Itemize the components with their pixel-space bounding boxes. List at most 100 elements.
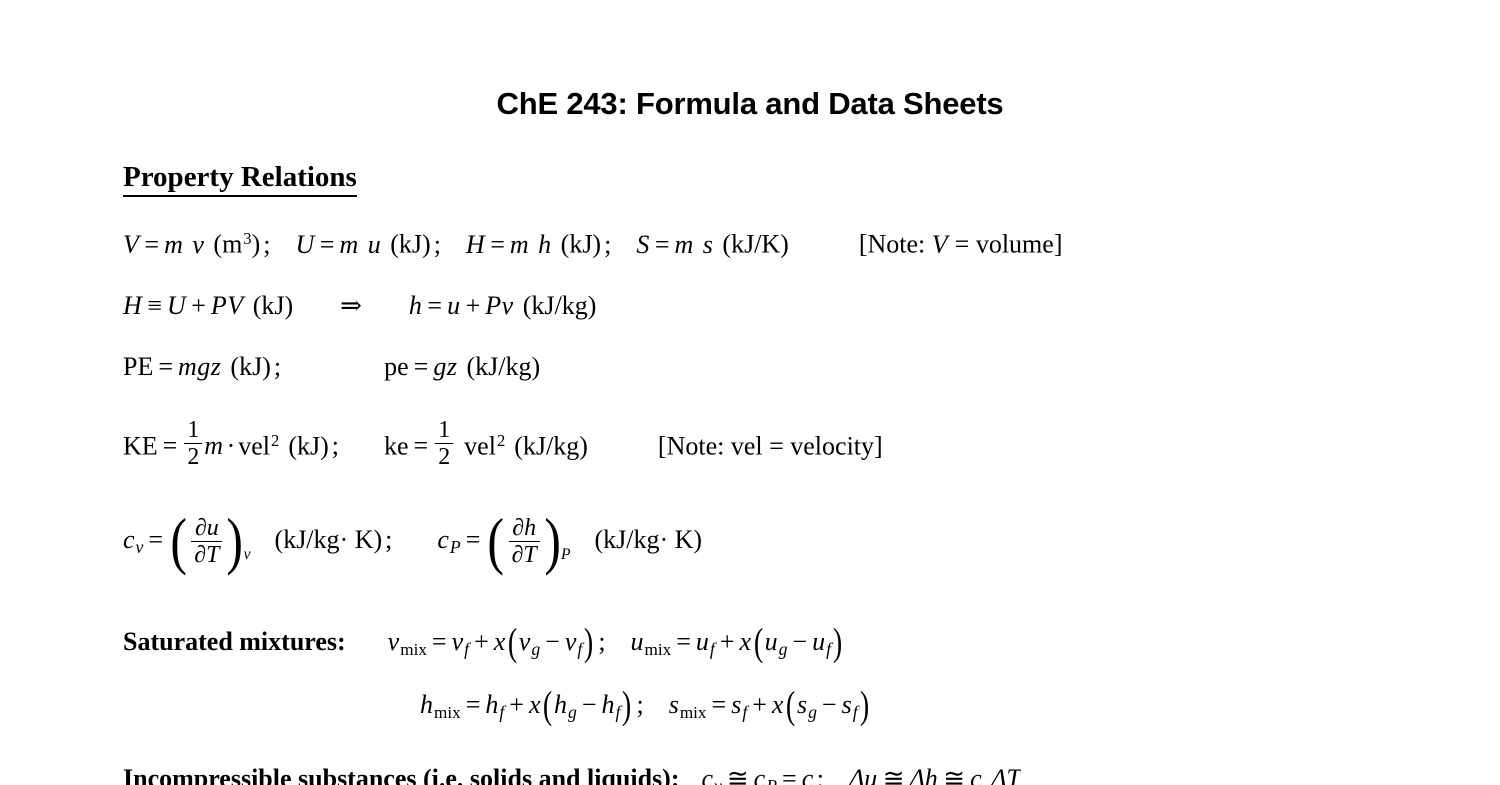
symbol-delta-h: Δh (909, 766, 938, 785)
exponent-3: 3 (243, 229, 252, 248)
symbol-g: g (197, 352, 211, 381)
subscript-mix: mix (644, 639, 672, 659)
fraction-one-half: 12 (435, 418, 454, 470)
symbol-V: V (123, 229, 139, 259)
unit-kilojoule-per-kilogram: (kJ/kg) (522, 291, 597, 320)
page-title: ChE 243: Formula and Data Sheets (496, 86, 1004, 121)
symbol-H: H (123, 291, 142, 320)
big-paren-close: ) (544, 505, 561, 577)
subscript-mix: mix (679, 702, 707, 722)
big-paren-open: ( (487, 505, 505, 577)
subscript-mix: mix (400, 639, 427, 659)
symbol-U: U (166, 291, 186, 320)
symbol-x-quality: x (493, 627, 506, 656)
symbol-vel: vel (238, 431, 271, 461)
symbol-U: U (295, 229, 315, 259)
note-equals: = (948, 229, 976, 259)
fraction-numerator: 1 (435, 418, 454, 445)
paren-open: ( (507, 621, 517, 665)
symbol-s: s (796, 690, 808, 719)
formula-kinetic-energy: KE = 1 2 m · vel2 (kJ); ke = 1 2 vel2 (kJ/kg) [Note: v… (123, 418, 883, 470)
operator-equals: = (144, 229, 160, 259)
operator-equals: = (431, 627, 447, 656)
symbol-h: h (601, 690, 615, 719)
operator-identical-to: ≡ (147, 291, 162, 320)
symbol-v: v (501, 291, 514, 320)
operator-equals: = (413, 352, 429, 381)
subscript-f: f (826, 638, 831, 659)
unit-kilojoule: (kJ) (230, 352, 271, 381)
operator-equals: = (465, 690, 481, 719)
fraction-numerator: ∂h (508, 516, 540, 543)
operator-plus: + (752, 690, 767, 719)
operator-minus: − (545, 627, 560, 656)
separator-semicolon: ; (273, 352, 282, 381)
subscript-constant-P: P (560, 545, 571, 563)
symbol-s: s (702, 229, 713, 259)
operator-approximately-equal: ≅ (726, 766, 749, 785)
note-velocity: [Note: vel = velocity] (657, 431, 883, 461)
paren-close: ) (832, 621, 843, 665)
symbol-P: P (210, 291, 227, 320)
symbol-P: P (485, 291, 502, 320)
symbol-m: m (164, 229, 183, 259)
unit-kilojoule: (kJ) (390, 229, 431, 259)
subscript-P: P (449, 536, 461, 557)
formula-incompressible-substances: Incompressible substances (i.e. solids a… (123, 766, 1021, 785)
operator-minus: − (821, 690, 837, 719)
paren-close: ) (622, 684, 632, 728)
unit-kilojoule-per-kg: (kJ/kg (274, 524, 340, 554)
fraction-numerator: ∂u (191, 516, 223, 543)
unit-close-paren: ) (251, 229, 261, 259)
operator-plus: + (191, 291, 206, 320)
partial-derivative-group-cv: (∂u ∂T)v (168, 505, 252, 577)
label-saturated-mixtures: Saturated mixtures: (123, 627, 346, 656)
separator-semicolon: ; (331, 431, 339, 461)
symbol-h: h (485, 690, 499, 719)
big-paren-open: ( (170, 505, 187, 577)
symbol-m: m (204, 431, 224, 461)
symbol-u: u (447, 291, 461, 320)
symbol-KE: KE (123, 431, 158, 461)
symbol-v: v (451, 627, 464, 656)
operator-plus: + (465, 291, 481, 320)
symbol-x-quality: x (771, 690, 784, 719)
document-page: ChE 243: Formula and Data Sheets Propert… (0, 0, 1500, 785)
symbol-h: h (538, 229, 552, 259)
subscript-constant-v: v (243, 545, 251, 563)
symbol-m: m (509, 229, 529, 259)
symbol-PE: PE (123, 352, 154, 381)
subscript-mix: mix (434, 702, 461, 722)
operator-equals: = (413, 431, 429, 461)
subscript-f: f (852, 701, 858, 722)
operator-approximately-equal: ≅ (882, 766, 905, 785)
fraction-denominator: ∂T (511, 542, 537, 569)
operator-equals: = (490, 229, 505, 259)
symbol-z: z (210, 352, 221, 381)
operator-plus: + (474, 627, 489, 656)
operator-equals: = (162, 431, 178, 461)
symbol-u: u (695, 627, 709, 656)
operator-equals: = (711, 690, 727, 719)
fraction-partial-h-over-partial-T: ∂h ∂T (508, 516, 540, 569)
operator-equals: = (782, 766, 797, 785)
big-paren-close: ) (226, 505, 244, 577)
operator-implies: ⇒ (340, 291, 362, 320)
exponent-2: 2 (271, 430, 280, 450)
symbol-h: h (408, 291, 422, 320)
unit-kelvin: K) (668, 524, 703, 554)
separator-semicolon: ; (604, 229, 612, 259)
symbol-v: v (192, 229, 204, 259)
partial-derivative-fraction: ∂h ∂T (507, 516, 542, 568)
symbol-S: S (636, 229, 650, 259)
operator-dot-product: · (226, 431, 236, 461)
subscript-f: f (577, 638, 583, 659)
symbol-u: u (367, 229, 381, 259)
symbol-delta-T: ΔT (991, 766, 1021, 785)
symbol-delta-u: Δu (848, 766, 878, 785)
symbol-s: s (668, 690, 679, 719)
subscript-g: g (808, 701, 817, 722)
operator-equals: = (319, 229, 335, 259)
paren-open: ( (785, 684, 796, 728)
unit-kilojoule-per-kg: (kJ/kg (594, 524, 660, 554)
